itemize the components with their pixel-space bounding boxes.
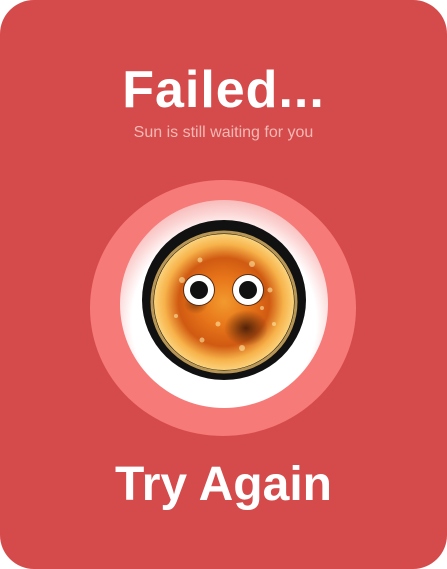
- left-eye-icon: [184, 275, 214, 305]
- right-eye-icon: [233, 275, 263, 305]
- sun-face-icon: [142, 220, 306, 380]
- left-pupil: [190, 281, 208, 299]
- failed-title: Failed...: [122, 61, 325, 119]
- failed-subtitle: Sun is still waiting for you: [133, 124, 314, 141]
- right-pupil: [239, 281, 257, 299]
- sun-image: [150, 230, 298, 374]
- try-again-button[interactable]: Try Again: [0, 455, 447, 515]
- game-over-card: Failed... Sun is still waiting for you T…: [0, 0, 447, 569]
